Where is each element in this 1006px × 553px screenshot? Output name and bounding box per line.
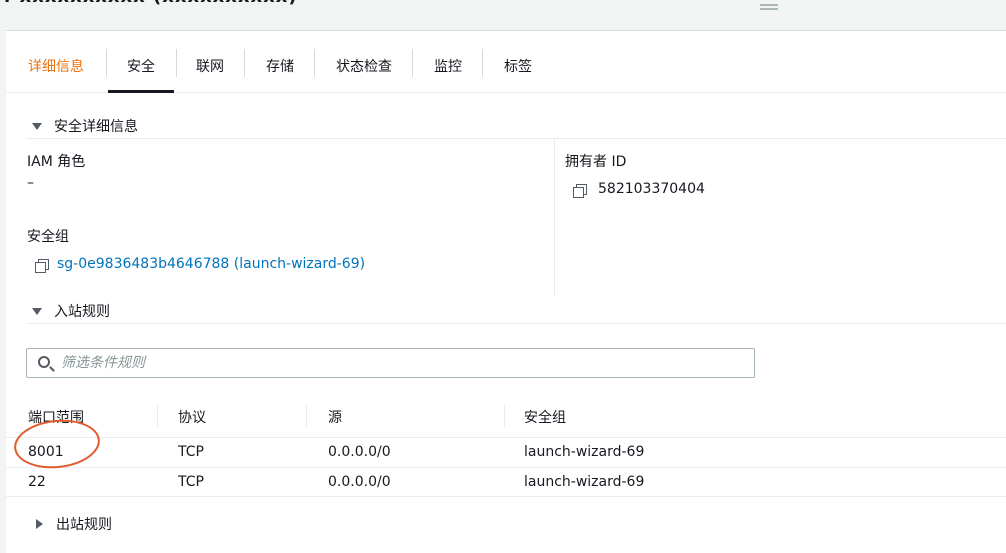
security-details-heading: 安全详细信息 <box>54 119 138 135</box>
port-range-cell: 22 <box>28 474 46 490</box>
source-cell: 0.0.0.0/0 <box>328 444 391 460</box>
outbound-rules-heading: 出站规则 <box>56 517 112 533</box>
detail-tabs: 详细信息 安全 联网 存储 状态检查 监控 标签 <box>6 31 1006 93</box>
tab-tags[interactable]: 标签 <box>504 49 532 93</box>
copy-icon[interactable] <box>35 259 49 273</box>
resize-grip-icon[interactable] <box>760 4 778 10</box>
table-header-divider <box>6 437 1006 438</box>
owner-id-value: 582103370404 <box>598 181 705 197</box>
column-divider <box>306 405 307 427</box>
tab-divider <box>482 49 483 77</box>
iam-role-label: IAM 角色 <box>27 154 86 170</box>
protocol-cell: TCP <box>178 444 204 460</box>
security-details-toggle[interactable]: 安全详细信息 <box>32 116 138 136</box>
window-top-strip: i-xxxxxxxxxx (xxxxxxxxxx) <box>0 0 1006 30</box>
tab-security[interactable]: 安全 <box>108 49 174 93</box>
row-divider <box>6 467 1006 468</box>
tab-divider <box>244 49 245 77</box>
inbound-rules-toggle[interactable]: 入站规则 <box>32 301 110 321</box>
column-header-source[interactable]: 源 <box>328 407 342 427</box>
security-group-cell: launch-wizard-69 <box>524 444 645 460</box>
protocol-cell: TCP <box>178 474 204 490</box>
tab-details[interactable]: 详细信息 <box>28 49 84 93</box>
column-header-security-group[interactable]: 安全组 <box>524 407 566 427</box>
outbound-rules-toggle[interactable]: 出站规则 <box>34 514 112 534</box>
search-icon <box>38 356 50 368</box>
iam-role-value: – <box>27 175 34 191</box>
cut-off-instance-title: i-xxxxxxxxxx (xxxxxxxxxx) <box>4 0 298 7</box>
caret-right-icon <box>34 519 44 529</box>
source-cell: 0.0.0.0/0 <box>328 474 391 490</box>
tab-divider <box>176 49 177 77</box>
filter-rules-input[interactable] <box>61 349 741 377</box>
row-divider <box>6 496 1006 497</box>
filter-rules-search <box>26 348 755 378</box>
instance-detail-panel: 详细信息 安全 联网 存储 状态检查 监控 标签 安全详细信息 IAM 角色 –… <box>6 30 1006 553</box>
tab-monitoring[interactable]: 监控 <box>434 49 462 93</box>
tab-networking[interactable]: 联网 <box>196 49 224 93</box>
tab-divider <box>412 49 413 77</box>
column-divider <box>157 405 158 427</box>
tab-status-checks[interactable]: 状态检查 <box>336 49 392 93</box>
tab-divider <box>314 49 315 77</box>
column-header-protocol[interactable]: 协议 <box>178 407 206 427</box>
caret-down-icon <box>32 306 42 316</box>
divider <box>26 138 1006 139</box>
column-divider <box>554 139 555 296</box>
tab-divider <box>106 49 107 77</box>
security-group-cell: launch-wizard-69 <box>524 474 645 490</box>
divider <box>26 323 1006 324</box>
owner-id-label: 拥有者 ID <box>565 154 627 170</box>
caret-down-icon <box>32 121 42 131</box>
copy-icon[interactable] <box>573 184 587 198</box>
inbound-rules-heading: 入站规则 <box>54 304 110 320</box>
security-group-link[interactable]: sg-0e9836483b4646788 (launch-wizard-69) <box>57 256 365 272</box>
tab-storage[interactable]: 存储 <box>266 49 294 93</box>
security-groups-label: 安全组 <box>27 229 69 245</box>
column-divider <box>504 405 505 427</box>
